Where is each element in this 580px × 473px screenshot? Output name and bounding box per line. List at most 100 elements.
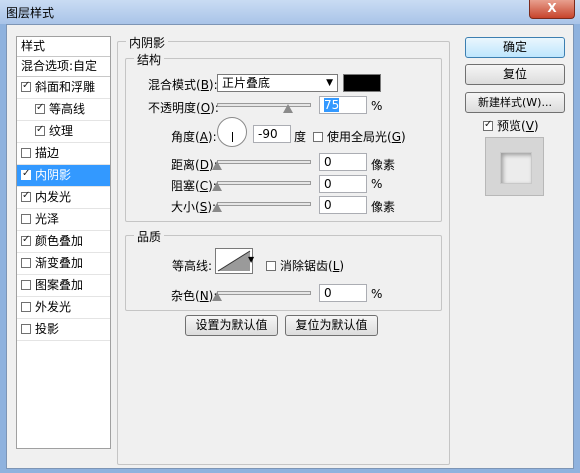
style-item-checkbox[interactable]: ✓ [35,124,45,136]
size-input[interactable]: 0 [319,196,367,214]
style-item-label: 投影 [35,322,60,336]
opacity-label: 不透明度(O): [148,101,219,115]
distance-unit: 像素 [371,158,396,172]
checkmark-icon: ✓ [36,101,45,113]
choke-slider-track[interactable] [217,181,311,185]
choke-percent: % [371,177,383,191]
noise-input[interactable]: 0 [319,284,367,302]
checkmark-icon: ✓ [484,118,493,130]
chevron-down-icon: ▼ [326,78,333,88]
distance-input[interactable]: 0 [319,153,367,171]
shadow-color-swatch[interactable] [343,74,381,92]
style-item-label: 斜面和浮雕 [35,80,96,94]
distance-slider-track[interactable] [217,160,311,164]
style-item-label: 图案叠加 [35,278,84,292]
style-item[interactable]: ✓ 内阴影 [17,165,110,187]
style-item-label: 描边 [35,146,60,160]
style-item-checkbox[interactable]: ✓ [21,233,31,246]
style-item[interactable]: ✓ 内发光 [17,187,110,209]
noise-slider-track[interactable] [217,291,311,295]
style-item[interactable]: 图案叠加 [17,275,110,297]
style-item-label: 等高线 [49,102,86,116]
style-item-checkbox[interactable] [21,279,31,290]
size-unit: 像素 [371,200,396,214]
choke-slider-thumb[interactable] [212,182,222,191]
dialog-client: 样式 混合选项:自定 ✓ 斜面和浮雕 ✓ 等高线 ✓ 纹理描边 ✓ 内阴影 ✓ 内发光光泽 ✓ 颜色叠… [6,24,574,469]
opacity-input[interactable]: 75 [319,96,367,114]
opacity-percent: % [371,99,383,113]
style-item[interactable]: ✓ 斜面和浮雕 [17,77,110,99]
blending-options-item[interactable]: 混合选项:自定 [17,57,110,77]
checkmark-icon: ✓ [22,189,31,201]
style-item[interactable]: 投影 [17,319,110,341]
style-item-label: 内阴影 [35,168,72,182]
style-item-checkbox[interactable] [21,257,31,268]
checkmark-icon: ✓ [22,233,31,245]
noise-slider-thumb[interactable] [212,292,222,301]
style-item[interactable]: ✓ 颜色叠加 [17,231,110,253]
style-item-checkbox[interactable] [21,323,31,334]
styles-header[interactable]: 样式 [17,37,110,57]
angle-dial[interactable] [217,117,247,147]
preview-swatch [500,152,532,184]
blend-mode-label: 混合模式(B): [148,78,218,92]
style-item-label: 光泽 [35,212,60,226]
style-item-checkbox[interactable]: ✓ [21,167,31,180]
angle-label: 角度(A): [171,130,217,144]
angle-needle [232,132,233,142]
layer-style-dialog: 图层样式 X 样式 混合选项:自定 ✓ 斜面和浮雕 ✓ 等高线 ✓ 纹理描边 ✓ 内阴影 ✓ 内发… [0,0,580,473]
distance-label: 距离(D): [171,158,218,172]
style-item-checkbox[interactable] [21,213,31,224]
style-item[interactable]: ✓ 等高线 [17,99,110,121]
blend-mode-select[interactable]: 正片叠底 ▼ [217,74,338,92]
style-item-label: 颜色叠加 [35,234,84,248]
new-style-button[interactable]: 新建样式(W)... [465,92,565,113]
styles-list: 样式 混合选项:自定 ✓ 斜面和浮雕 ✓ 等高线 ✓ 纹理描边 ✓ 内阴影 ✓ 内发光光泽 ✓ 颜色叠… [16,36,111,449]
style-item-checkbox[interactable]: ✓ [21,189,31,202]
noise-percent: % [371,287,383,301]
style-item[interactable]: ✓ 纹理 [17,121,110,143]
angle-degree-unit: 度 [294,130,307,144]
style-item-label: 内发光 [35,190,72,204]
style-item-checkbox[interactable]: ✓ [35,101,45,114]
contour-label: 等高线: [172,259,213,273]
reset-button[interactable]: 复位 [465,64,565,85]
style-item[interactable]: 描边 [17,143,110,165]
contour-curve-icon [217,250,251,272]
checkmark-icon: ✓ [22,79,31,91]
inner-shadow-title: 内阴影 [126,34,169,51]
size-slider-thumb[interactable] [212,203,222,212]
style-item-checkbox[interactable] [21,147,31,158]
angle-input[interactable]: -90 [253,125,291,143]
style-item[interactable]: 光泽 [17,209,110,231]
anti-aliased-checkbox[interactable]: 消除锯齿(L) [266,257,344,274]
close-button[interactable]: X [529,0,575,19]
opacity-slider-track[interactable] [217,103,311,107]
style-items: ✓ 斜面和浮雕 ✓ 等高线 ✓ 纹理描边 ✓ 内阴影 ✓ 内发光光泽 ✓ 颜色叠加渐变叠加图案叠加外发… [17,77,110,341]
ok-button[interactable]: 确定 [465,37,565,58]
style-preview-thumbnail [485,137,544,196]
style-item-checkbox[interactable]: ✓ [21,79,31,92]
style-item[interactable]: 渐变叠加 [17,253,110,275]
global-light-checkbox[interactable]: 使用全局光(G) [313,128,406,145]
style-item-label: 外发光 [35,300,72,314]
choke-label: 阻塞(C): [171,179,217,193]
choke-input[interactable]: 0 [319,175,367,193]
contour-dropdown-icon[interactable]: ▼ [248,255,254,264]
distance-slider-thumb[interactable] [212,161,222,170]
size-label: 大小(S): [171,200,217,214]
quality-title: 品质 [134,228,165,245]
blend-mode-value: 正片叠底 [222,76,271,90]
checkmark-icon: ✓ [22,167,31,179]
make-default-button[interactable]: 设置为默认值 [185,315,278,336]
style-item-label: 渐变叠加 [35,256,84,270]
preview-checkbox[interactable]: ✓ 预览(V) [483,117,539,134]
size-slider-track[interactable] [217,202,311,206]
reset-to-default-button[interactable]: 复位为默认值 [285,315,378,336]
title-bar: 图层样式 X [0,0,580,24]
close-icon: X [547,1,557,15]
opacity-slider-thumb[interactable] [282,104,293,113]
style-item-checkbox[interactable] [21,301,31,312]
style-item-label: 纹理 [49,124,74,138]
style-item[interactable]: 外发光 [17,297,110,319]
